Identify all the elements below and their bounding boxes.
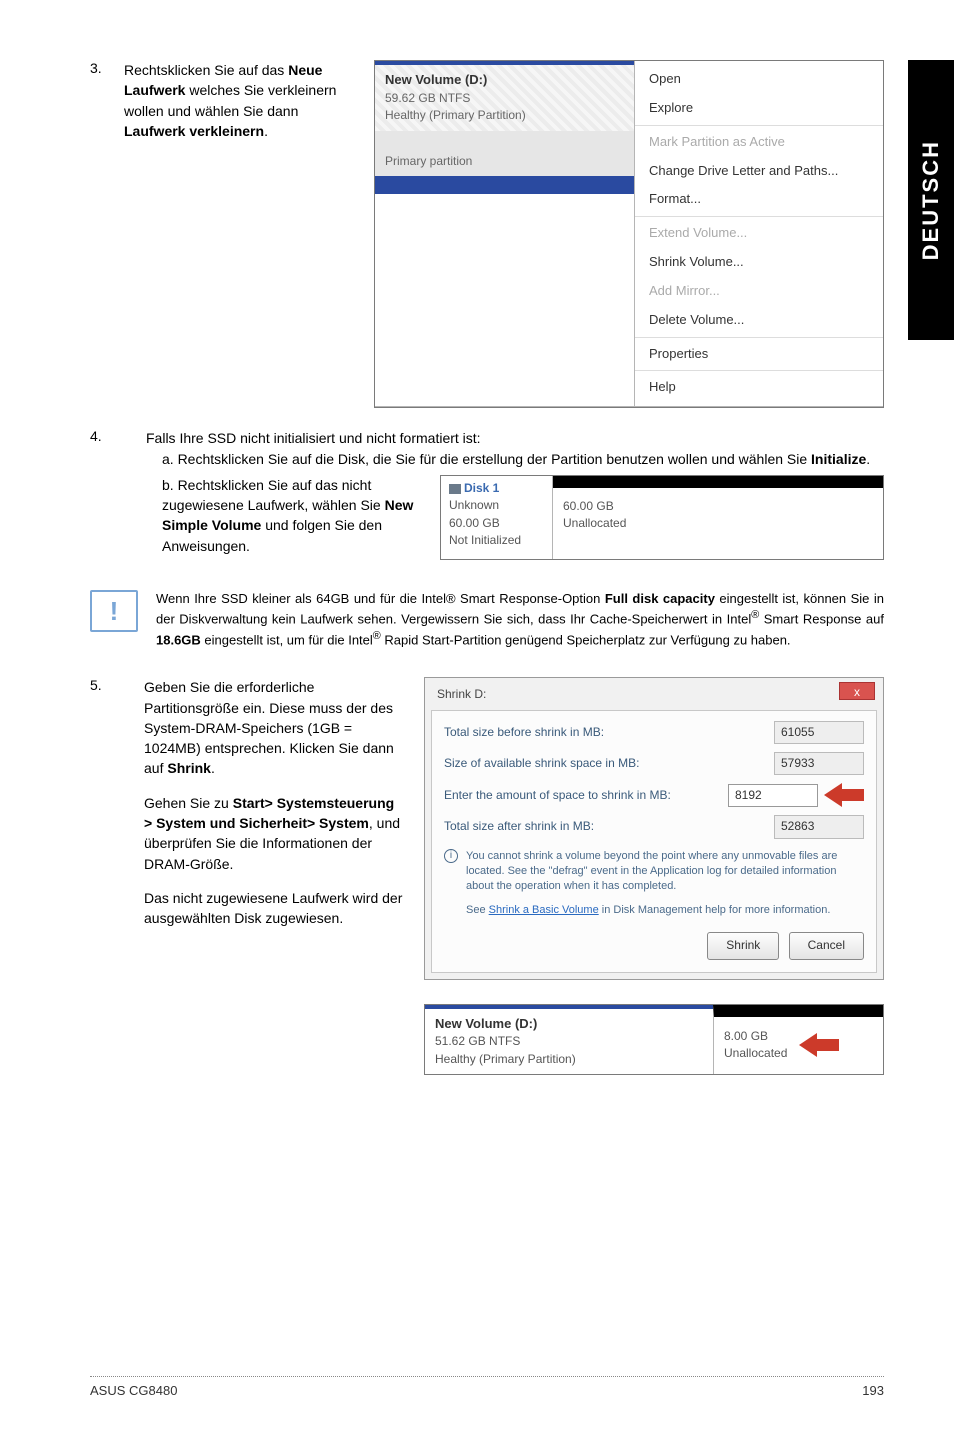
menu-extend: Extend Volume... <box>635 219 883 248</box>
menu-explore[interactable]: Explore <box>635 94 883 123</box>
page-footer: ASUS CG8480 193 <box>90 1376 884 1398</box>
step-4-intro: Falls Ihre SSD nicht initialisiert und n… <box>146 428 884 448</box>
step-4b: b. Rechtsklicken Sie auf das nicht zugew… <box>162 475 422 556</box>
menu-format[interactable]: Format... <box>635 185 883 214</box>
step-number: 5. <box>90 677 144 1075</box>
value-available: 57933 <box>774 752 864 775</box>
step-3-text: Rechtsklicken Sie auf das Neue Laufwerk … <box>124 60 354 408</box>
menu-delete[interactable]: Delete Volume... <box>635 306 883 335</box>
info-text-1: i You cannot shrink a volume beyond the … <box>444 849 864 894</box>
shrink-button[interactable]: Shrink <box>707 932 779 959</box>
menu-properties[interactable]: Properties <box>635 340 883 369</box>
unallocated-region[interactable]: 8.00 GB Unallocated <box>713 1005 883 1075</box>
menu-open[interactable]: Open <box>635 65 883 94</box>
step-5-p3: Das nicht zugewiesene Laufwerk wird der … <box>144 888 404 929</box>
label-available: Size of available shrink space in MB: <box>444 755 639 772</box>
disk-header[interactable]: Disk 1 <box>449 480 544 497</box>
disk-icon <box>449 484 461 494</box>
step-3: 3. Rechtsklicken Sie auf das Neue Laufwe… <box>90 60 884 408</box>
screenshot-result-partition: New Volume (D:) 51.62 GB NTFS Healthy (P… <box>424 1004 884 1076</box>
disk-unknown: Unknown <box>449 497 544 514</box>
primary-partition-label: Primary partition <box>375 131 634 176</box>
screenshot-disk-uninitialized: Disk 1 Unknown 60.00 GB Not Initialized … <box>440 475 884 561</box>
footer-page-number: 193 <box>862 1383 884 1398</box>
menu-mirror: Add Mirror... <box>635 277 883 306</box>
footer-model: ASUS CG8480 <box>90 1383 177 1398</box>
label-total-before: Total size before shrink in MB: <box>444 724 604 741</box>
note-text: Wenn Ihre SSD kleiner als 64GB und für d… <box>156 590 884 649</box>
note-box: ! Wenn Ihre SSD kleiner als 64GB und für… <box>90 590 884 649</box>
close-button[interactable]: x <box>839 682 875 700</box>
value-total-after: 52863 <box>774 815 864 838</box>
step-4: 4. Falls Ihre SSD nicht initialisiert un… <box>90 428 884 562</box>
arrow-annotation <box>824 783 864 807</box>
menu-shrink[interactable]: Shrink Volume... <box>635 248 883 277</box>
menu-help[interactable]: Help <box>635 373 883 402</box>
value-total-before: 61055 <box>774 721 864 744</box>
volume-tile[interactable]: New Volume (D:) 59.62 GB NTFS Healthy (P… <box>375 61 634 131</box>
step-5-p2: Gehen Sie zu Start> Systemsteuerung > Sy… <box>144 793 404 874</box>
arrow-annotation <box>799 1033 839 1057</box>
help-link[interactable]: Shrink a Basic Volume <box>489 904 599 916</box>
info-icon: i <box>444 849 458 863</box>
context-menu: Open Explore Mark Partition as Active Ch… <box>635 61 883 406</box>
step-4a: a. Rechtsklicken Sie auf die Disk, die S… <box>162 449 884 469</box>
label-amount-shrink: Enter the amount of space to shrink in M… <box>444 787 671 804</box>
step-number: 3. <box>90 60 124 408</box>
page: 3. Rechtsklicken Sie auf das Neue Laufwe… <box>0 0 954 1438</box>
step-number: 4. <box>90 428 146 562</box>
cancel-button[interactable]: Cancel <box>789 932 864 959</box>
disk-size: 60.00 GB <box>449 515 544 532</box>
step-5-p1: Geben Sie die erforderliche Partitionsgr… <box>144 677 404 778</box>
screenshot-context-menu: New Volume (D:) 59.62 GB NTFS Healthy (P… <box>374 60 884 408</box>
step-5: 5. Geben Sie die erforderliche Partition… <box>90 677 884 1075</box>
dialog-title: Shrink D: <box>431 684 877 709</box>
unallocated-region[interactable]: 60.00 GB Unallocated <box>553 476 883 560</box>
screenshot-shrink-dialog: Shrink D: x Total size before shrink in … <box>424 677 884 979</box>
input-amount-shrink[interactable]: 8192 <box>728 784 818 807</box>
menu-mark-active: Mark Partition as Active <box>635 128 883 157</box>
label-total-after: Total size after shrink in MB: <box>444 818 594 835</box>
volume-tile[interactable]: New Volume (D:) 51.62 GB NTFS Healthy (P… <box>425 1005 713 1075</box>
warning-icon: ! <box>90 590 138 632</box>
disk-status: Not Initialized <box>449 532 544 549</box>
info-text-2: See Shrink a Basic Volume in Disk Manage… <box>466 903 864 918</box>
menu-change-letter[interactable]: Change Drive Letter and Paths... <box>635 157 883 186</box>
